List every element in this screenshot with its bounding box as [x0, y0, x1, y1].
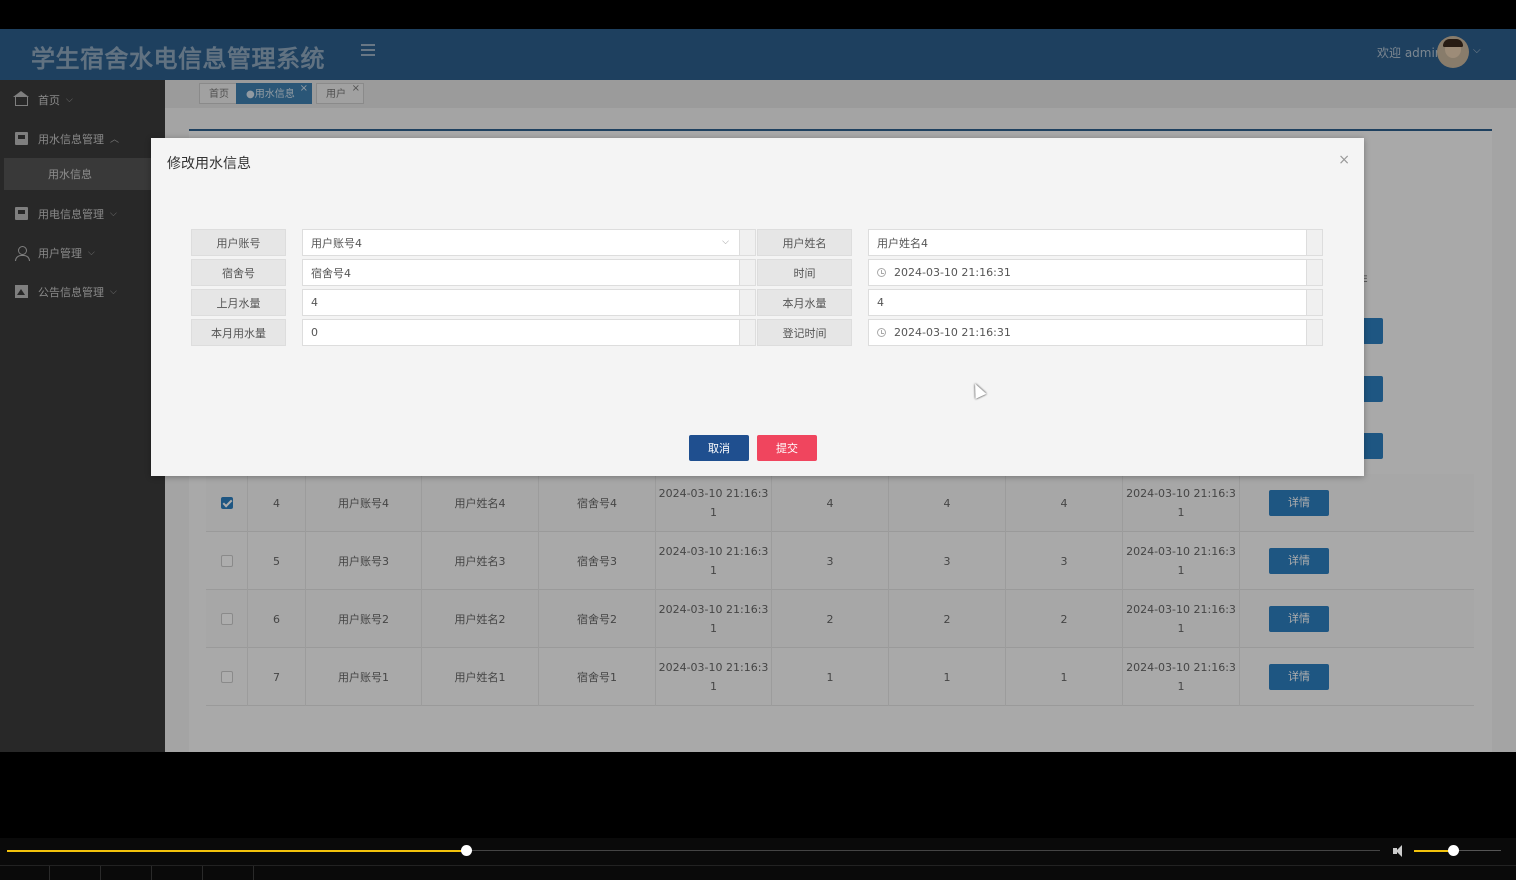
player-button-row	[0, 865, 1516, 880]
name-input[interactable]: 用户姓名4	[868, 229, 1307, 256]
clock-icon	[877, 328, 886, 337]
time-picker[interactable]: 2024-03-10 21:16:31	[868, 259, 1307, 286]
select-value: 用户账号4	[311, 236, 362, 250]
field-label: 本月用水量	[191, 319, 286, 346]
form-row-last-month: 上月水量 4	[191, 289, 756, 316]
field-tail	[740, 289, 756, 316]
seek-progress[interactable]	[7, 850, 467, 852]
field-label: 宿舍号	[191, 259, 286, 286]
screen: 学生宿舍水电信息管理系统 欢迎 admin ⌵ 首页 ⌵ 用水信息管理 ︿ 用水…	[0, 0, 1516, 880]
seek-track[interactable]	[467, 850, 1380, 851]
field-tail	[740, 259, 756, 286]
form-row-reg-time: 登记时间 2024-03-10 21:16:31	[757, 319, 1324, 346]
last-month-input[interactable]: 4	[302, 289, 740, 316]
field-tail	[1307, 259, 1323, 286]
dorm-input[interactable]: 宿舍号4	[302, 259, 740, 286]
form-row-name: 用户姓名 用户姓名4	[757, 229, 1324, 256]
field-label: 登记时间	[757, 319, 852, 346]
input-value: 2024-03-10 21:16:31	[894, 326, 1011, 339]
field-tail	[1307, 289, 1323, 316]
field-label: 本月水量	[757, 289, 852, 316]
form-row-time: 时间 2024-03-10 21:16:31	[757, 259, 1324, 286]
input-value: 用户姓名4	[877, 236, 928, 250]
input-value: 0	[311, 326, 318, 339]
input-value: 4	[877, 296, 884, 309]
volume-track[interactable]	[1453, 850, 1501, 851]
field-tail	[740, 319, 756, 346]
field-label: 用户账号	[191, 229, 286, 256]
field-label: 用户姓名	[757, 229, 852, 256]
cancel-button[interactable]: 取消	[689, 435, 749, 461]
clock-icon	[877, 268, 886, 277]
field-label: 上月水量	[191, 289, 286, 316]
form-row-usage: 本月用水量 0	[191, 319, 756, 346]
form-row-this-month: 本月水量 4	[757, 289, 1324, 316]
usage-input[interactable]: 0	[302, 319, 740, 346]
submit-button[interactable]: 提交	[757, 435, 817, 461]
reg-time-picker[interactable]: 2024-03-10 21:16:31	[868, 319, 1307, 346]
close-icon[interactable]: ×	[1338, 152, 1350, 168]
field-tail	[1307, 229, 1323, 256]
seek-handle[interactable]	[461, 845, 472, 856]
this-month-input[interactable]: 4	[868, 289, 1307, 316]
form-row-account: 用户账号 用户账号4 ⌵	[191, 229, 756, 256]
form-row-dorm: 宿舍号 宿舍号4	[191, 259, 756, 286]
input-value: 宿舍号4	[311, 266, 351, 280]
input-value: 2024-03-10 21:16:31	[894, 266, 1011, 279]
input-value: 4	[311, 296, 318, 309]
field-label: 时间	[757, 259, 852, 286]
field-tail	[740, 229, 756, 256]
field-tail	[1307, 319, 1323, 346]
edit-water-info-dialog: 修改用水信息 × 用户账号 用户账号4 ⌵ 宿舍号 宿舍号4 上月水量 4 本月…	[151, 138, 1364, 476]
account-select[interactable]: 用户账号4 ⌵	[302, 229, 740, 256]
dialog-title: 修改用水信息	[167, 156, 251, 172]
volume-handle[interactable]	[1448, 845, 1459, 856]
chevron-down-icon: ⌵	[722, 237, 729, 247]
app-window: 学生宿舍水电信息管理系统 欢迎 admin ⌵ 首页 ⌵ 用水信息管理 ︿ 用水…	[0, 29, 1516, 752]
volume-icon[interactable]	[1393, 845, 1407, 857]
video-player-controls	[0, 838, 1516, 880]
